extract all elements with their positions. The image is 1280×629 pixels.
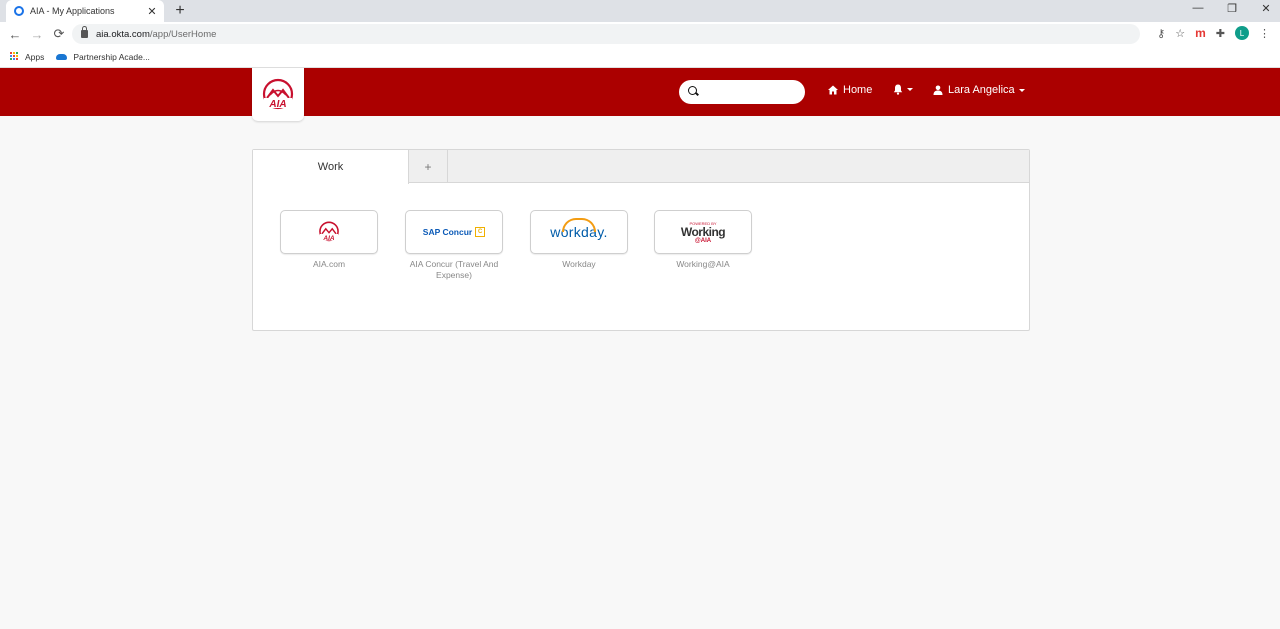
app-label: Workday (562, 259, 596, 269)
close-tab-icon[interactable]: ✕ (145, 5, 159, 18)
app-label: AIA.com (312, 259, 346, 269)
add-tab-button[interactable]: + (409, 150, 448, 183)
url-domain: aia.okta.com (96, 28, 150, 40)
app-dashboard: Work + AIA AIA.com SAP Concur C AIA Conc… (252, 149, 1030, 331)
app-tile[interactable]: SAP Concur C (405, 210, 503, 254)
address-bar[interactable]: aia.okta.com/app/UserHome (72, 24, 1140, 44)
workday-logo: workday. (550, 218, 607, 240)
cloud-icon (56, 53, 68, 60)
bookmark-partnership[interactable]: Partnership Acade... (56, 52, 150, 62)
app-tile[interactable]: AIA (280, 210, 378, 254)
home-label: Home (843, 84, 873, 96)
tab-work[interactable]: Work (253, 150, 409, 184)
restore-icon[interactable]: ❐ (1226, 2, 1238, 15)
app-tile[interactable]: workday. (530, 210, 628, 254)
search-input[interactable] (679, 80, 805, 104)
concur-logo-text: SAP Concur (422, 227, 473, 237)
working-logo-text: Working (680, 224, 726, 239)
url-path: /app/UserHome (149, 28, 217, 40)
home-icon (828, 85, 838, 95)
bell-icon (893, 84, 903, 95)
new-tab-button[interactable]: + (172, 2, 188, 20)
forward-icon[interactable]: → (26, 27, 48, 42)
app-aia-concur[interactable]: SAP Concur C AIA Concur (Travel And Expe… (405, 210, 503, 281)
menu-dots-icon[interactable]: ⋮ (1259, 27, 1270, 40)
working-aia-logo: POWERED BY Working @AIA (680, 219, 726, 246)
site-header (0, 68, 1280, 116)
reload-icon[interactable]: ⟳ (48, 26, 70, 42)
back-icon[interactable]: ← (4, 27, 26, 42)
app-aia-com[interactable]: AIA AIA.com (280, 210, 378, 270)
browser-tab[interactable]: AIA - My Applications ✕ (6, 0, 164, 22)
dashboard-tabbar: Work + (253, 150, 1029, 184)
nav-home-link[interactable]: Home (828, 84, 872, 96)
app-label: AIA Concur (Travel And Expense) (409, 259, 499, 280)
app-tile[interactable]: POWERED BY Working @AIA (654, 210, 752, 254)
concur-mark-icon: C (475, 227, 486, 237)
profile-avatar[interactable]: L (1235, 26, 1249, 40)
tab-title: AIA - My Applications (30, 6, 115, 16)
extension-m-icon[interactable]: m (1195, 26, 1206, 40)
puzzle-icon[interactable]: ✚ (1216, 27, 1225, 40)
toolbar-icons: ⚷ ☆ m ✚ L ⋮ (1157, 26, 1270, 40)
minimize-icon[interactable]: — (1192, 2, 1204, 15)
sap-concur-logo: SAP Concur C (422, 227, 486, 237)
bookmark-apps[interactable]: Apps (10, 52, 44, 62)
url-text: aia.okta.com/app/UserHome (96, 29, 216, 40)
star-icon[interactable]: ☆ (1175, 27, 1185, 40)
app-working-aia[interactable]: POWERED BY Working @AIA Working@AIA (654, 210, 752, 270)
close-window-icon[interactable]: ✕ (1260, 2, 1272, 15)
svg-text:AIA: AIA (322, 235, 334, 242)
notifications-dropdown[interactable] (893, 84, 913, 95)
key-icon[interactable]: ⚷ (1157, 27, 1165, 40)
aia-logo[interactable]: AIA (252, 68, 304, 121)
okta-favicon-icon (14, 6, 24, 16)
user-name: Lara Angelica (948, 84, 1015, 96)
lock-icon (81, 26, 88, 38)
chevron-down-icon (1018, 88, 1025, 92)
bookmark-label: Partnership Acade... (73, 51, 150, 62)
search-icon (688, 86, 697, 95)
aia-logo-icon: AIA (319, 221, 339, 242)
app-workday[interactable]: workday. Workday (530, 210, 628, 270)
user-menu-dropdown[interactable]: Lara Angelica (933, 84, 1025, 96)
aia-logo-icon: AIA (262, 78, 294, 110)
workday-arc-icon (562, 218, 597, 232)
svg-text:AIA: AIA (268, 99, 286, 110)
app-label: Working@AIA (676, 259, 730, 269)
chevron-down-icon (907, 88, 913, 91)
browser-tabstrip: AIA - My Applications ✕ + — ❐ ✕ (0, 0, 1280, 22)
bookmarks-bar: Apps Partnership Acade... (0, 46, 1280, 68)
bookmark-label: Apps (25, 51, 45, 62)
window-controls: — ❐ ✕ (1192, 2, 1272, 15)
apps-grid-icon (10, 52, 19, 61)
browser-toolbar: ← → ⟳ aia.okta.com/app/UserHome ⚷ ☆ m ✚ … (0, 22, 1280, 46)
user-icon (933, 85, 943, 95)
